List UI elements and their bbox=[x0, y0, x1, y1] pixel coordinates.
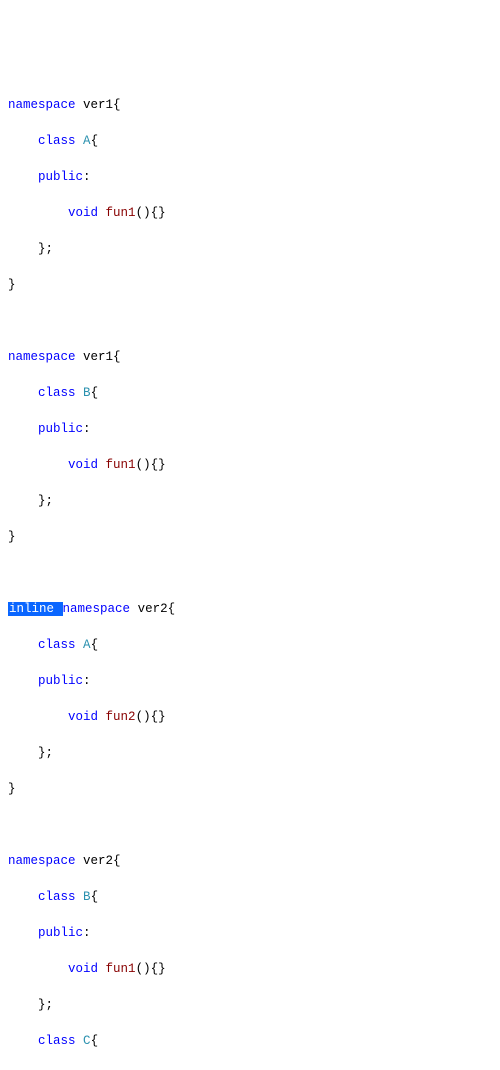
type-name: B bbox=[83, 890, 91, 904]
keyword-void: void bbox=[68, 458, 98, 472]
parens-braces: (){} bbox=[136, 962, 166, 976]
blank-line bbox=[8, 564, 492, 582]
brace-open: { bbox=[91, 134, 99, 148]
function-name: fun1 bbox=[106, 962, 136, 976]
code-line: void fun1(){} bbox=[8, 204, 492, 222]
blank-line bbox=[8, 312, 492, 330]
code-line: void fun1(){} bbox=[8, 456, 492, 474]
code-line: class A{ bbox=[8, 636, 492, 654]
keyword-class: class bbox=[38, 134, 76, 148]
keyword-namespace: namespace bbox=[8, 350, 76, 364]
brace-open: { bbox=[91, 386, 99, 400]
code-line: class B{ bbox=[8, 888, 492, 906]
colon: : bbox=[83, 422, 91, 436]
code-line: public: bbox=[8, 924, 492, 942]
code-line: namespace ver1{ bbox=[8, 96, 492, 114]
code-line: public: bbox=[8, 168, 492, 186]
brace-close: } bbox=[8, 278, 16, 292]
brace-close-semi: }; bbox=[38, 242, 53, 256]
parens-braces: (){} bbox=[136, 206, 166, 220]
keyword-void: void bbox=[68, 206, 98, 220]
code-line: void fun1(){} bbox=[8, 960, 492, 978]
keyword-void: void bbox=[68, 710, 98, 724]
function-name: fun1 bbox=[106, 458, 136, 472]
keyword-inline: inline bbox=[9, 602, 54, 616]
brace-open: { bbox=[168, 602, 176, 616]
colon: : bbox=[83, 926, 91, 940]
type-name: A bbox=[83, 638, 91, 652]
code-line: class A{ bbox=[8, 132, 492, 150]
brace-open: { bbox=[113, 854, 121, 868]
brace-close-semi: }; bbox=[38, 998, 53, 1012]
keyword-public: public bbox=[38, 926, 83, 940]
identifier: ver2 bbox=[83, 854, 113, 868]
keyword-public: public bbox=[38, 170, 83, 184]
code-line: public: bbox=[8, 420, 492, 438]
space bbox=[54, 602, 62, 616]
type-name: A bbox=[83, 134, 91, 148]
colon: : bbox=[83, 674, 91, 688]
brace-open: { bbox=[113, 350, 121, 364]
function-name: fun2 bbox=[106, 710, 136, 724]
brace-open: { bbox=[113, 98, 121, 112]
type-name: B bbox=[83, 386, 91, 400]
type-name: C bbox=[83, 1034, 91, 1048]
code-line: namespace ver1{ bbox=[8, 348, 492, 366]
parens-braces: (){} bbox=[136, 710, 166, 724]
code-line: } bbox=[8, 276, 492, 294]
blank-line bbox=[8, 816, 492, 834]
code-line: } bbox=[8, 528, 492, 546]
identifier: ver2 bbox=[138, 602, 168, 616]
keyword-class: class bbox=[38, 386, 76, 400]
keyword-namespace: namespace bbox=[8, 98, 76, 112]
keyword-public: public bbox=[38, 422, 83, 436]
code-line: class C{ bbox=[8, 1032, 492, 1050]
selected-text[interactable]: inline bbox=[8, 602, 63, 616]
identifier: ver1 bbox=[83, 98, 113, 112]
keyword-namespace: namespace bbox=[8, 854, 76, 868]
brace-open: { bbox=[91, 890, 99, 904]
code-line: public: bbox=[8, 672, 492, 690]
code-line: public: bbox=[8, 1068, 492, 1070]
code-line: class B{ bbox=[8, 384, 492, 402]
keyword-namespace: namespace bbox=[63, 602, 131, 616]
code-line: }; bbox=[8, 744, 492, 762]
keyword-class: class bbox=[38, 890, 76, 904]
code-line: void fun2(){} bbox=[8, 708, 492, 726]
code-block: namespace ver1{ class A{ public: void fu… bbox=[8, 78, 492, 1070]
parens-braces: (){} bbox=[136, 458, 166, 472]
brace-close-semi: }; bbox=[38, 746, 53, 760]
code-line: } bbox=[8, 780, 492, 798]
code-line: }; bbox=[8, 996, 492, 1014]
keyword-void: void bbox=[68, 962, 98, 976]
brace-close: } bbox=[8, 782, 16, 796]
code-line: }; bbox=[8, 492, 492, 510]
keyword-class: class bbox=[38, 1034, 76, 1048]
brace-close-semi: }; bbox=[38, 494, 53, 508]
brace-open: { bbox=[91, 1034, 99, 1048]
code-line: inline namespace ver2{ bbox=[8, 600, 492, 618]
identifier: ver1 bbox=[83, 350, 113, 364]
colon: : bbox=[83, 170, 91, 184]
brace-open: { bbox=[91, 638, 99, 652]
function-name: fun1 bbox=[106, 206, 136, 220]
code-line: }; bbox=[8, 240, 492, 258]
keyword-class: class bbox=[38, 638, 76, 652]
keyword-public: public bbox=[38, 674, 83, 688]
code-line: namespace ver2{ bbox=[8, 852, 492, 870]
brace-close: } bbox=[8, 530, 16, 544]
